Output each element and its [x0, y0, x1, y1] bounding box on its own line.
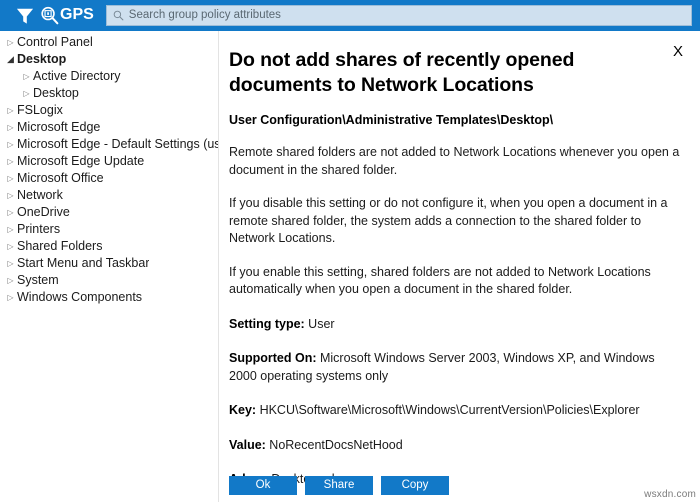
chevron-right-icon[interactable]: ▷	[4, 209, 17, 217]
policy-metadata: Setting type: User Supported On: Microsof…	[229, 316, 684, 489]
metadata-row: Supported On: Microsoft Windows Server 2…	[229, 350, 684, 385]
sidebar-item-label: Windows Components	[17, 289, 142, 306]
chevron-right-icon[interactable]: ▷	[4, 192, 17, 200]
sidebar-item-label: Desktop	[33, 85, 79, 102]
share-button[interactable]: Share	[305, 476, 373, 495]
sidebar-item-microsoft-edge[interactable]: ▷Microsoft Edge	[0, 119, 218, 136]
metadata-row: Value: NoRecentDocsNetHood	[229, 437, 684, 455]
sidebar-item-label: FSLogix	[17, 102, 63, 119]
sidebar-item-label: Microsoft Edge - Default Settings (us	[17, 136, 218, 153]
top-bar: GPS	[0, 0, 700, 31]
chevron-right-icon[interactable]: ▷	[20, 90, 33, 98]
sidebar-item-label: Microsoft Edge Update	[17, 153, 144, 170]
chevron-right-icon[interactable]: ▷	[4, 158, 17, 166]
sidebar-item-label: Shared Folders	[17, 238, 102, 255]
chevron-right-icon[interactable]: ▷	[4, 141, 17, 149]
sidebar-item-desktop[interactable]: ◢Desktop	[0, 51, 218, 68]
search-icon	[113, 10, 124, 21]
page-title: Do not add shares of recently opened doc…	[229, 48, 636, 98]
sidebar-item-label: Printers	[17, 221, 60, 238]
magnifier-icon	[40, 6, 59, 25]
sidebar-item-label: Microsoft Edge	[17, 119, 100, 136]
sidebar-item-label: Desktop	[17, 51, 66, 68]
metadata-value: NoRecentDocsNetHood	[266, 438, 403, 452]
metadata-key: Key:	[229, 403, 256, 417]
chevron-right-icon[interactable]: ▷	[4, 243, 17, 251]
sidebar-item-network[interactable]: ▷Network	[0, 187, 218, 204]
metadata-row: Setting type: User	[229, 316, 684, 334]
chevron-right-icon[interactable]: ▷	[20, 73, 33, 81]
sidebar-item-printers[interactable]: ▷Printers	[0, 221, 218, 238]
description-paragraph: If you enable this setting, shared folde…	[229, 264, 684, 299]
brand-text: GPS	[60, 7, 94, 23]
sidebar-item-fslogix[interactable]: ▷FSLogix	[0, 102, 218, 119]
sidebar-item-windows-components[interactable]: ▷Windows Components	[0, 289, 218, 306]
chevron-down-icon[interactable]: ◢	[4, 55, 17, 64]
chevron-right-icon[interactable]: ▷	[4, 124, 17, 132]
sidebar-item-onedrive[interactable]: ▷OneDrive	[0, 204, 218, 221]
chevron-right-icon[interactable]: ▷	[4, 226, 17, 234]
app-brand: GPS	[8, 0, 94, 31]
ok-button[interactable]: Ok	[229, 476, 297, 495]
sidebar-item-desktop[interactable]: ▷Desktop	[0, 85, 218, 102]
chevron-right-icon[interactable]: ▷	[4, 175, 17, 183]
gps-logo: GPS	[40, 6, 94, 25]
sidebar-item-microsoft-edge-update[interactable]: ▷Microsoft Edge Update	[0, 153, 218, 170]
sidebar-item-active-directory[interactable]: ▷Active Directory	[0, 68, 218, 85]
metadata-key: Setting type:	[229, 317, 305, 331]
metadata-value: HKCU\Software\Microsoft\Windows\CurrentV…	[256, 403, 639, 417]
sidebar-item-label: Start Menu and Taskbar	[17, 255, 149, 272]
sidebar-item-label: OneDrive	[17, 204, 70, 221]
detail-content: Do not add shares of recently opened doc…	[219, 31, 700, 489]
sidebar-item-label: Microsoft Office	[17, 170, 104, 187]
watermark: wsxdn.com	[644, 489, 696, 500]
chevron-right-icon[interactable]: ▷	[4, 294, 17, 302]
filter-funnel-icon	[16, 7, 34, 25]
metadata-key: Value:	[229, 438, 266, 452]
sidebar-item-shared-folders[interactable]: ▷Shared Folders	[0, 238, 218, 255]
close-button[interactable]: X	[668, 42, 688, 62]
search-box[interactable]	[106, 5, 692, 26]
sidebar-item-label: Network	[17, 187, 63, 204]
sidebar-item-system[interactable]: ▷System	[0, 272, 218, 289]
sidebar-item-start-menu-and-taskbar[interactable]: ▷Start Menu and Taskbar	[0, 255, 218, 272]
description-paragraph: Remote shared folders are not added to N…	[229, 144, 684, 179]
search-input[interactable]	[129, 7, 691, 24]
sidebar-item-label: System	[17, 272, 59, 289]
policy-path: User Configuration\Administrative Templa…	[229, 112, 684, 128]
sidebar-item-label: Active Directory	[33, 68, 121, 85]
sidebar-item-label: Control Panel	[17, 34, 93, 51]
description-paragraph: If you disable this setting or do not co…	[229, 195, 684, 248]
policy-detail-panel: X Do not add shares of recently opened d…	[219, 31, 700, 502]
sidebar-item-microsoft-edge-default-settings-us[interactable]: ▷Microsoft Edge - Default Settings (us	[0, 136, 218, 153]
metadata-key: Supported On:	[229, 351, 317, 365]
metadata-value: User	[305, 317, 335, 331]
sidebar-item-microsoft-office[interactable]: ▷Microsoft Office	[0, 170, 218, 187]
policy-tree-sidebar[interactable]: ▷Control Panel◢Desktop▷Active Directory▷…	[0, 31, 218, 502]
metadata-row: Key: HKCU\Software\Microsoft\Windows\Cur…	[229, 402, 684, 420]
app-window: GPS ▷Control Panel◢Desktop▷Active Direct…	[0, 0, 700, 502]
body-area: ▷Control Panel◢Desktop▷Active Directory▷…	[0, 31, 700, 502]
chevron-right-icon[interactable]: ▷	[4, 107, 17, 115]
chevron-right-icon[interactable]: ▷	[4, 39, 17, 47]
action-buttons: Ok Share Copy	[229, 476, 449, 495]
sidebar-item-control-panel[interactable]: ▷Control Panel	[0, 34, 218, 51]
chevron-right-icon[interactable]: ▷	[4, 260, 17, 268]
policy-description: Remote shared folders are not added to N…	[229, 144, 684, 299]
chevron-right-icon[interactable]: ▷	[4, 277, 17, 285]
copy-button[interactable]: Copy	[381, 476, 449, 495]
